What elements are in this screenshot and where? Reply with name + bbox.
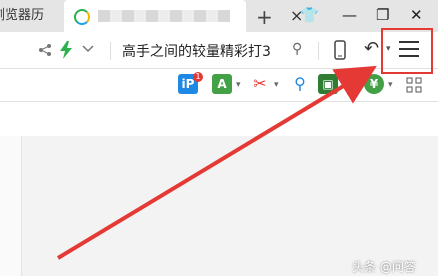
watermark-text: 头条 @问答 (352, 260, 416, 274)
restore-button[interactable]: ❐ (376, 6, 389, 24)
divider (110, 42, 111, 60)
tab-active[interactable]: × (64, 0, 303, 32)
ext-ip-badge: 1 (193, 72, 203, 82)
ext-game-dropdown-icon[interactable]: ▾ (342, 80, 347, 90)
skin-icon[interactable]: 👕 (300, 6, 319, 24)
ext-scissors-label: ✂ (253, 74, 267, 93)
divider (318, 42, 319, 60)
ext-scissors-dropdown-icon[interactable]: ▾ (274, 80, 279, 90)
ext-search-icon[interactable]: ⚲ (290, 74, 310, 94)
new-tab-button[interactable]: + (256, 5, 273, 29)
ext-scissors-icon[interactable]: ✂ (250, 74, 270, 94)
extension-bar: iP 1 A ▾ ✂ ▾ ⚲ ▣ ▾ ¥ ▾ (0, 69, 438, 102)
minimize-button[interactable]: — (342, 6, 357, 24)
tab-title-blurred (98, 10, 230, 22)
phone-icon[interactable] (334, 40, 346, 60)
ext-game-icon[interactable]: ▣ (318, 74, 338, 94)
ext-game-label: ▣ (322, 77, 334, 91)
page-header-area (0, 102, 438, 137)
ext-money-label: ¥ (369, 77, 379, 91)
ext-search-label: ⚲ (294, 74, 306, 93)
search-icon[interactable]: ⚲ (292, 41, 302, 57)
grid-icon[interactable] (406, 77, 422, 93)
address-input[interactable]: 高手之间的较量精彩打3 (122, 41, 292, 61)
ext-translate-icon[interactable]: A (212, 74, 232, 94)
tab-history[interactable]: 浏览器历 (0, 0, 62, 32)
ext-translate-dropdown-icon[interactable]: ▾ (236, 80, 241, 90)
ext-money-icon[interactable]: ¥ (364, 74, 384, 94)
page-content (22, 136, 438, 276)
chevron-down-icon[interactable] (82, 45, 94, 53)
tab-bar: 浏览器历 × + 👕 — ❐ ✕ (0, 0, 438, 32)
lightning-icon[interactable] (60, 41, 72, 59)
undo-icon[interactable]: ↶ (364, 38, 379, 59)
page-left-gutter (0, 136, 22, 276)
address-bar: 高手之间的较量精彩打3 ⚲ ↶ ▾ (0, 32, 438, 69)
browser-logo-icon (74, 9, 90, 25)
share-icon[interactable] (38, 43, 52, 57)
close-window-button[interactable]: ✕ (410, 6, 423, 24)
ext-translate-label: A (217, 77, 227, 91)
menu-icon[interactable] (399, 41, 419, 62)
tab-history-label: 浏览器历 (0, 8, 45, 23)
ext-money-dropdown-icon[interactable]: ▾ (388, 80, 393, 90)
